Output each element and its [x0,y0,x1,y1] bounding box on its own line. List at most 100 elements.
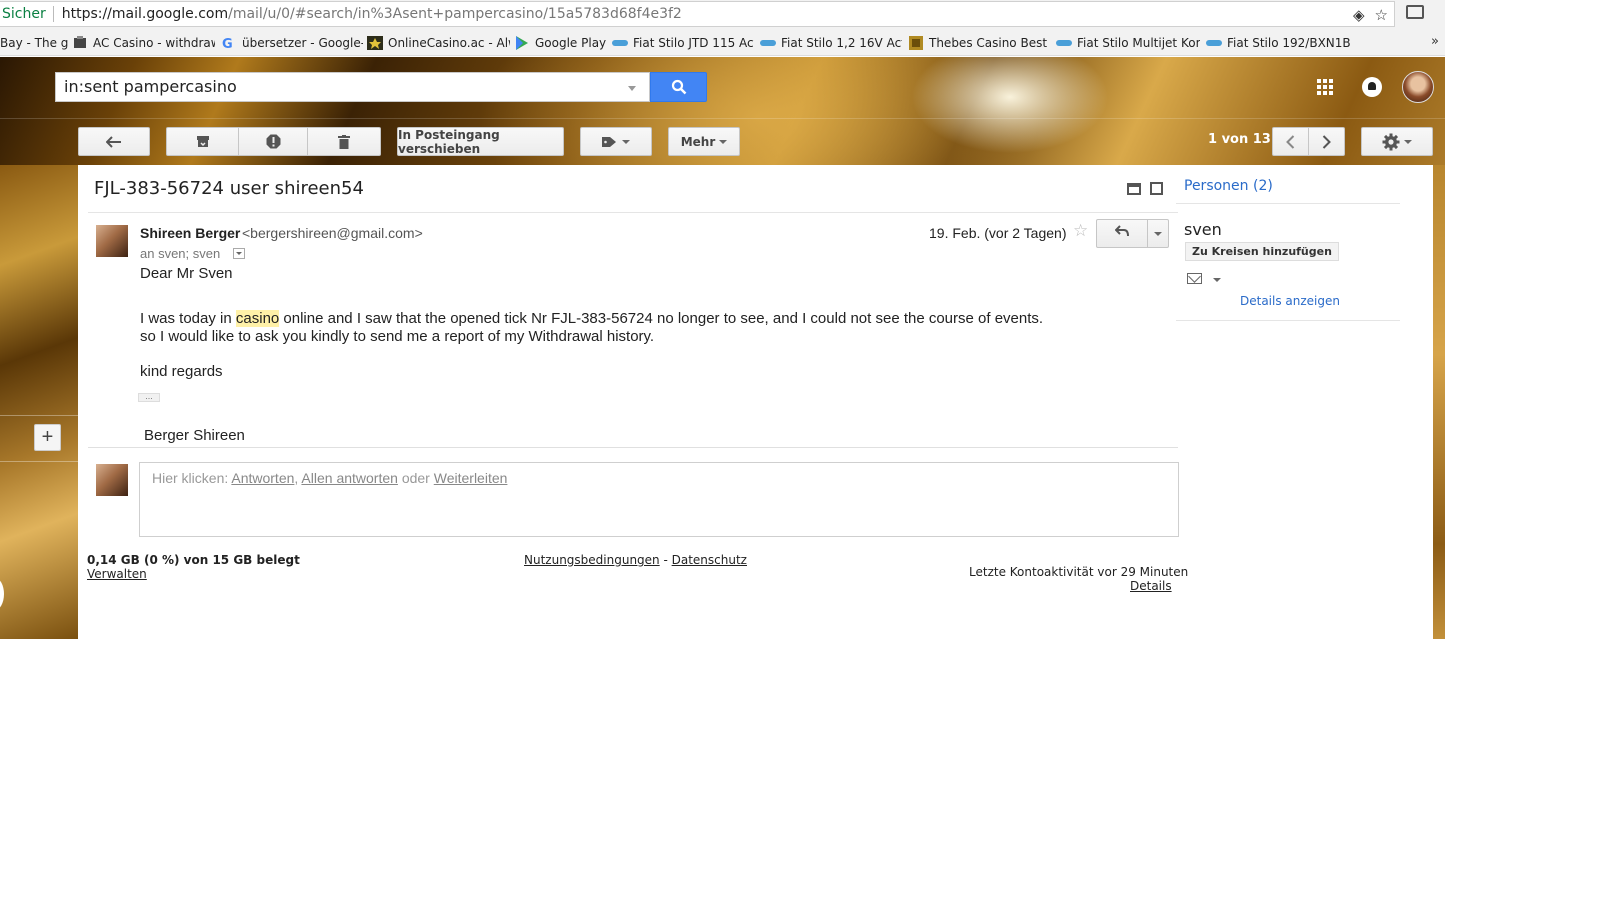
back-button[interactable] [78,127,150,156]
privacy-link[interactable]: Datenschutz [672,553,747,567]
pagination-count: 1 von 13 [1208,132,1271,147]
right-edge-background [1433,165,1445,639]
reply-link[interactable]: Antworten [231,470,294,486]
bookmark-label: Fiat Stilo 192/BXN1B/ [1227,35,1350,50]
google-icon: G [222,37,233,50]
show-details-link[interactable]: Details anzeigen [1240,294,1340,308]
bookmark-item[interactable]: Google Play [510,30,606,55]
my-avatar [96,464,128,496]
fiat-icon [760,39,776,46]
body-text: online and I saw that the opened tick Nr… [279,310,1044,327]
search-input[interactable]: in:sent pampercasino [55,72,650,102]
show-trimmed-content-button[interactable]: ... [138,392,160,402]
eye-icon[interactable]: ◈ [1353,6,1365,24]
reply-button[interactable] [1096,219,1148,248]
manage-link[interactable]: Verwalten [87,567,147,581]
body-text: I was today in [140,310,236,327]
terms-link[interactable]: Nutzungsbedingungen [524,553,660,567]
sender-email: <bergershireen@gmail.com> [242,225,423,241]
sender-name[interactable]: Shireen Berger [140,225,240,241]
bookmark-item[interactable]: Fiat Stilo JTD 115 Acti [606,30,754,55]
add-to-circles-button[interactable]: Zu Kreisen hinzufügen [1185,242,1339,261]
chevron-down-icon [1404,139,1412,144]
bookmark-item[interactable]: AC Casino - withdraw [68,30,215,55]
label-tag-icon [602,136,616,147]
email-closing: kind regards [140,363,223,380]
bookmark-label: Google Play [535,35,606,50]
fiat-icon [1056,39,1072,46]
report-spam-button[interactable] [238,127,308,156]
toolbar-divider [0,118,1445,119]
account-avatar[interactable] [1402,71,1434,103]
bookmark-label: Fiat Stilo 1,2 16V Activ [781,35,902,50]
reply-all-link[interactable]: Allen antworten [301,470,398,486]
new-window-icon[interactable] [1150,182,1163,195]
left-nav-background [0,165,78,639]
search-button[interactable] [650,72,707,102]
email-date: 19. Feb. (vor 2 Tagen) [929,225,1067,241]
search-icon [671,79,687,95]
email-signature: Berger Shireen [144,427,245,444]
archive-button[interactable] [166,127,239,156]
bookmark-item[interactable]: Fiat Stilo 1,2 16V Activ [754,30,902,55]
reply-more-button[interactable] [1147,219,1169,248]
activity-details: Details [1130,579,1172,593]
left-nav-divider [0,415,78,416]
bookmarks-bar: Bay - The g AC Casino - withdraw Güberse… [0,30,1445,56]
bookmark-item[interactable]: Bay - The g [0,30,68,55]
fiat-icon [1206,39,1222,46]
footer-dash: - [659,553,672,567]
chevron-right-icon [1322,134,1331,149]
bookmark-star-icon[interactable]: ☆ [1375,6,1388,24]
bookmark-label: OnlineCasino.ac - Alw [388,35,510,50]
trash-icon [338,134,350,149]
quick-reply-box[interactable]: Hier klicken: Antworten, Allen antworten… [139,462,1179,537]
labels-button[interactable] [580,127,652,156]
url-separator [52,6,54,22]
people-divider [1176,320,1400,321]
apps-grid-icon[interactable] [1317,79,1333,95]
bookmark-item[interactable]: Fiat Stilo Multijet Kom [1050,30,1200,55]
settings-button[interactable] [1361,127,1433,156]
delete-button[interactable] [307,127,381,156]
older-button[interactable] [1308,127,1345,156]
search-highlight: casino [235,310,280,327]
conversation-panel: FJL-383-56724 user shireen54 Shireen Ber… [78,165,1433,639]
notifications-bell-icon[interactable] [1362,77,1382,97]
envelope-icon[interactable] [1187,273,1202,284]
start-hangout-button[interactable]: + [34,424,61,451]
svg-text:G: G [222,37,233,50]
search-options-caret[interactable] [628,86,636,91]
people-widget-title[interactable]: Personen (2) [1184,178,1273,194]
bookmark-item[interactable]: Fiat Stilo 192/BXN1B/ [1200,30,1350,55]
bookmark-label: AC Casino - withdraw [93,35,215,50]
google-play-icon [516,35,528,50]
more-button-label: Mehr [680,134,716,149]
bookmark-label: Thebes Casino Best C [929,35,1050,50]
bookmark-item[interactable]: OnlineCasino.ac - Alw [363,30,510,55]
star-icon[interactable]: ☆ [1073,221,1088,241]
cast-icon[interactable] [1406,5,1424,19]
more-bookmarks-chevron[interactable]: » [1431,34,1439,49]
sender-avatar[interactable] [96,225,128,257]
url-field[interactable]: Sicher https://mail.google.com/mail/u/0/… [0,1,1395,27]
message-divider [88,447,1178,448]
more-button[interactable]: Mehr [668,127,740,156]
move-to-inbox-button[interactable]: In Posteingang verschieben [397,127,564,156]
reply-prompt: Hier klicken: [152,470,232,486]
manage-storage: Verwalten [87,567,147,581]
spam-icon [266,134,280,149]
fiat-icon [612,39,628,46]
back-arrow-icon [106,135,121,148]
show-details-dropdown[interactable] [233,248,245,259]
details-link[interactable]: Details [1130,579,1172,593]
bookmark-item[interactable]: Thebes Casino Best C [902,30,1050,55]
recipients: an sven; sven [140,246,221,261]
print-icon[interactable] [1127,183,1141,195]
forward-link[interactable]: Weiterleiten [434,470,508,486]
newer-button[interactable] [1272,127,1309,156]
bookmark-item[interactable]: Gübersetzer - Google-S [215,30,363,55]
chevron-down-icon[interactable] [1213,278,1221,282]
gear-icon [1382,133,1400,150]
chevron-down-icon [622,139,630,144]
